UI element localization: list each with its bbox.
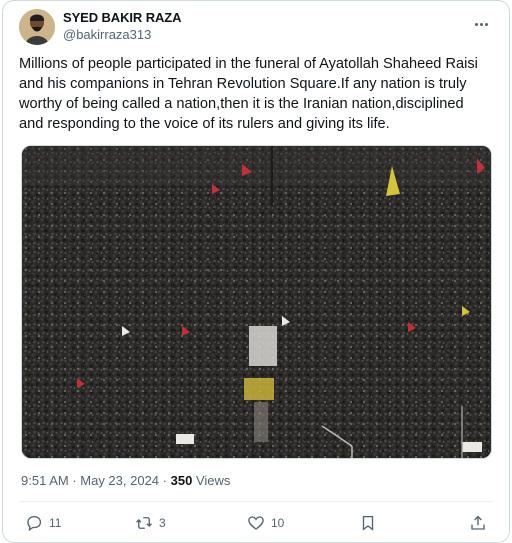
like-button[interactable]: 10 <box>247 511 284 535</box>
tweet-header: SYED BAKIR RAZA @bakirraza313 <box>19 9 493 49</box>
tweet-photo[interactable] <box>21 145 492 459</box>
bookmark-button[interactable] <box>359 511 383 535</box>
reply-icon <box>27 515 42 532</box>
post-time[interactable]: 9:51 AM <box>21 473 69 488</box>
user-names: SYED BAKIR RAZA @bakirraza313 <box>63 10 182 43</box>
views-label: Views <box>195 473 231 488</box>
like-icon <box>248 516 264 530</box>
repost-icon <box>136 517 152 529</box>
repost-count: 3 <box>159 516 166 530</box>
meta-separator: · <box>68 473 81 488</box>
share-icon <box>471 515 485 530</box>
post-date[interactable]: May 23, 2024 <box>80 473 159 488</box>
avatar-image <box>19 9 55 45</box>
meta-separator-2: · <box>159 473 171 488</box>
tweet-meta: 9:51 AM · May 23, 2024 · 350 Views <box>21 473 230 488</box>
user-handle[interactable]: @bakirraza313 <box>63 26 181 43</box>
more-icon[interactable] <box>475 13 493 27</box>
tweet-text: Millions of people participated in the f… <box>19 56 478 132</box>
divider <box>19 501 493 502</box>
reply-count: 11 <box>49 516 62 530</box>
views-count: 350 <box>170 473 193 488</box>
display-name[interactable]: SYED BAKIR RAZA <box>63 10 182 26</box>
like-count: 10 <box>271 516 285 530</box>
avatar[interactable] <box>19 9 55 45</box>
share-button[interactable] <box>469 511 493 535</box>
action-bar: 11 3 10 <box>19 511 493 535</box>
bookmark-icon <box>362 515 374 531</box>
reply-button[interactable]: 11 <box>25 511 61 535</box>
repost-button[interactable]: 3 <box>135 511 166 535</box>
tweet-card: SYED BAKIR RAZA @bakirraza313 Millions o… <box>2 0 510 543</box>
crowd-photo <box>22 146 491 458</box>
